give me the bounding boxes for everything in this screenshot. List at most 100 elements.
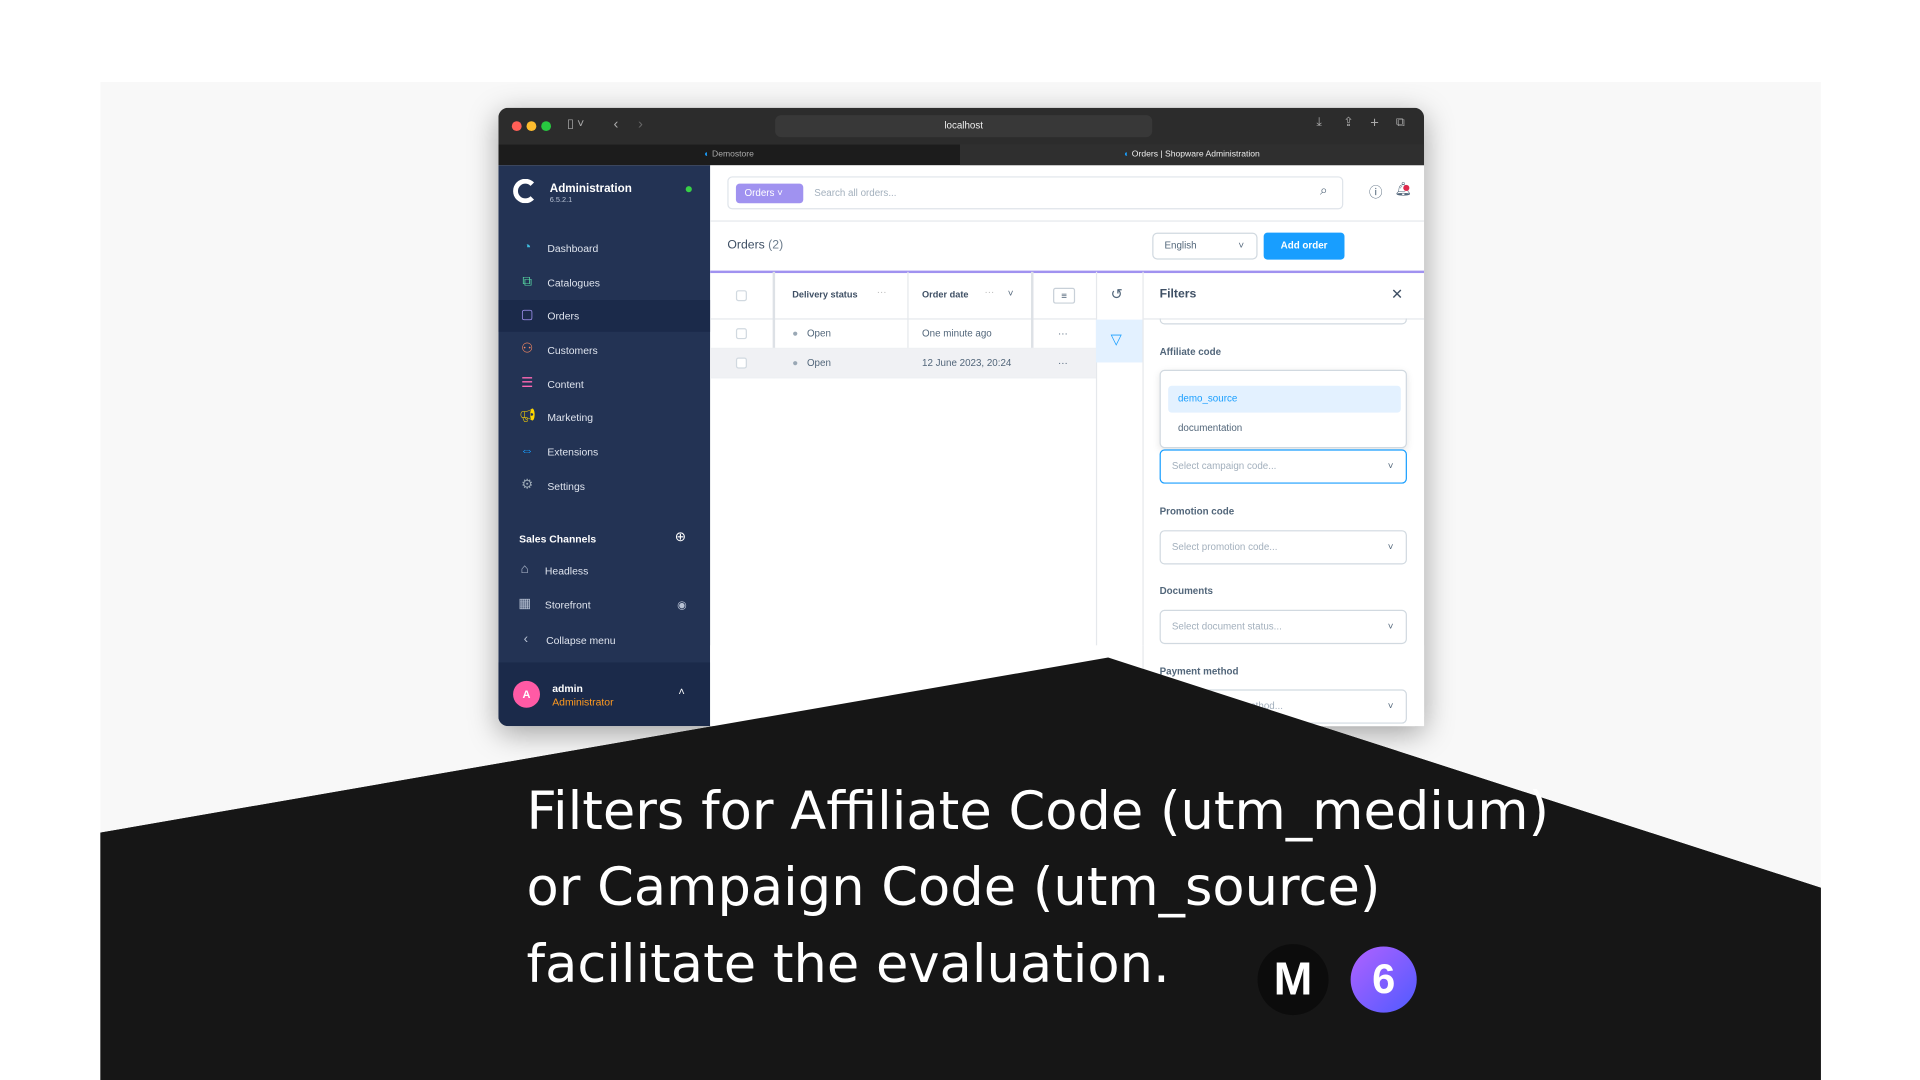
payment-method-select[interactable]: Select payment method... ˅ — [1159, 689, 1407, 724]
sidebar-item-settings[interactable]: ⚙ Settings — [498, 470, 710, 502]
sidebar-item-dashboard[interactable]: ◔ Dashboard — [498, 233, 710, 265]
tab-demostore[interactable]: ◐ Demostore — [498, 144, 960, 165]
caption-line: or Campaign Code (utm_source) — [526, 857, 1381, 919]
user-role: Administrator — [552, 695, 614, 708]
column-menu-icon[interactable]: ··· — [877, 287, 887, 298]
sidebar-toggle-icon[interactable]: ▯ ˅ — [567, 118, 584, 131]
order-date: One minute ago — [922, 328, 992, 340]
close-window-button[interactable] — [511, 121, 522, 132]
user-name: admin — [552, 682, 583, 695]
option-documentation[interactable]: documentation — [1168, 415, 1401, 442]
tab-orders[interactable]: ◐ Orders | Shopware Administration — [960, 144, 1425, 166]
affiliate-code-dropdown: demo_source documentation — [1159, 369, 1407, 449]
caption-line: facilitate the evaluation. — [526, 934, 1170, 996]
sidebar-item-customers[interactable]: ⚇ Customers — [498, 334, 710, 366]
chevron-up-icon: ˄ — [678, 685, 685, 698]
sidebar-item-headless[interactable]: ⌂ Headless — [498, 555, 710, 587]
promotion-code-label: Promotion code — [1159, 505, 1235, 517]
dashboard-icon: ◔ — [523, 240, 532, 255]
settings-icon: ⚙ — [521, 477, 534, 493]
user-menu[interactable]: A admin Administrator ˄ — [498, 662, 711, 727]
option-demo-source[interactable]: demo_source — [1168, 385, 1401, 413]
url-bar[interactable]: localhost — [775, 115, 1153, 138]
table-row[interactable]: ● Open One minute ago ··· — [710, 320, 1096, 349]
content-icon: ☰ — [521, 375, 534, 391]
download-icon[interactable]: ⤓ — [1316, 116, 1321, 129]
orders-icon: ▢ — [520, 307, 534, 323]
table-header: Delivery status ··· Order date ··· ˅ ≡ — [710, 271, 1096, 379]
headless-icon: ⌂ — [520, 562, 529, 577]
campaign-code-select[interactable]: Select campaign code... ˅ — [1159, 449, 1407, 484]
select-all-checkbox[interactable] — [735, 290, 747, 302]
eye-icon[interactable]: ◉ — [677, 589, 687, 621]
sidebar-item-orders[interactable]: ▢ Orders — [498, 300, 711, 332]
row-actions-icon[interactable]: ··· — [1058, 320, 1068, 349]
column-menu-icon[interactable]: ··· — [984, 287, 994, 298]
minimize-window-button[interactable] — [526, 121, 537, 132]
order-date: 12 June 2023, 20:24 — [922, 357, 1012, 369]
sidebar-item-marketing[interactable]: 📢︎ Marketing — [498, 402, 710, 434]
sidebar-item-catalogues[interactable]: ⧉ Catalogues — [498, 267, 710, 299]
search-bar[interactable]: Orders ˅ Search all orders... ⌕ — [727, 176, 1344, 210]
avatar: A — [513, 680, 541, 708]
row-actions-icon[interactable]: ··· — [1058, 349, 1068, 378]
reset-icon[interactable]: ↺ — [1111, 285, 1123, 302]
divider — [710, 220, 1425, 222]
help-icon[interactable]: ⓘ — [1369, 182, 1382, 202]
filters-lower: Payment method Select payment method... ˅ — [710, 645, 1425, 727]
search-module-select[interactable]: Orders ˅ — [735, 183, 804, 204]
search-icon[interactable]: ⌕ — [1320, 184, 1328, 200]
add-order-button[interactable]: Add order — [1263, 232, 1345, 260]
status-dot-icon: ● — [792, 328, 799, 340]
customers-icon: ⚇ — [521, 341, 534, 357]
app-title: Administration — [549, 182, 632, 196]
column-settings-icon[interactable]: ≡ — [1053, 287, 1076, 304]
chevron-down-icon: ˅ — [1387, 460, 1394, 472]
chevron-down-icon: ˅ — [1387, 620, 1394, 632]
row-checkbox[interactable] — [735, 328, 747, 340]
divider — [1142, 645, 1144, 727]
chevron-down-icon: ˅ — [1387, 541, 1394, 553]
document-status-select[interactable]: Select document status... ˅ — [1159, 609, 1407, 645]
add-sales-channel-icon[interactable]: ⊕ — [675, 529, 686, 545]
filter-toggle-button[interactable]: ▽ — [1095, 319, 1143, 363]
sort-chevron-icon[interactable]: ˅ — [1008, 288, 1014, 299]
forward-icon[interactable]: › — [638, 115, 643, 132]
affiliate-code-label: Affiliate code — [1159, 346, 1222, 358]
notification-badge — [1403, 184, 1410, 192]
filter-icon: ▽ — [1110, 330, 1122, 348]
column-order-date[interactable]: Order date — [922, 289, 968, 300]
chevron-down-icon: ˅ — [1238, 240, 1245, 252]
row-checkbox[interactable] — [735, 357, 747, 369]
share-icon[interactable]: ⇪ — [1343, 116, 1353, 129]
page-title: Orders (2) — [727, 238, 784, 253]
status-dot — [685, 186, 692, 193]
six-logo: 6 — [1350, 946, 1417, 1013]
title-bar: ▯ ˅ ‹ › localhost ⤓ ⇪ + ⧉ — [498, 107, 1425, 145]
documents-label: Documents — [1159, 585, 1213, 597]
column-delivery-status[interactable]: Delivery status — [792, 289, 857, 300]
new-tab-icon[interactable]: + — [1370, 114, 1379, 131]
promotion-code-select[interactable]: Select promotion code... ˅ — [1159, 530, 1407, 565]
close-icon[interactable]: ✕ — [1391, 285, 1403, 302]
delivery-status: Open — [806, 328, 831, 340]
table-row[interactable]: ● Open 12 June 2023, 20:24 ··· — [710, 348, 1096, 379]
partial-filter-field — [1159, 318, 1407, 325]
sidebar-item-content[interactable]: ☰ Content — [498, 369, 710, 401]
payment-method-label: Payment method — [1159, 666, 1239, 678]
sidebar-item-extensions[interactable]: ⇔ Extensions — [498, 436, 710, 468]
collapse-menu-button[interactable]: ‹ Collapse menu — [498, 624, 710, 656]
sales-channels-heading: Sales Channels — [519, 532, 597, 545]
back-icon[interactable]: ‹ — [613, 115, 618, 132]
sidebar: Administration 6.5.2.1 ◔ Dashboard ⧉ Catalo… — [498, 165, 711, 727]
catalogues-icon: ⧉ — [522, 274, 532, 289]
maximize-window-button[interactable] — [541, 121, 552, 132]
search-input[interactable]: Search all orders... — [814, 187, 896, 198]
sidebar-item-storefront[interactable]: ▦ Storefront ◉ — [498, 589, 710, 621]
tabs-overview-icon[interactable]: ⧉ — [1396, 116, 1405, 129]
marketing-icon: 📢︎ — [519, 408, 537, 424]
delivery-status: Open — [806, 357, 831, 369]
language-select[interactable]: English ˅ — [1152, 232, 1258, 260]
caption-line: Filters for Affiliate Code (utm_medium) — [526, 781, 1550, 843]
status-dot-icon: ● — [792, 357, 799, 369]
